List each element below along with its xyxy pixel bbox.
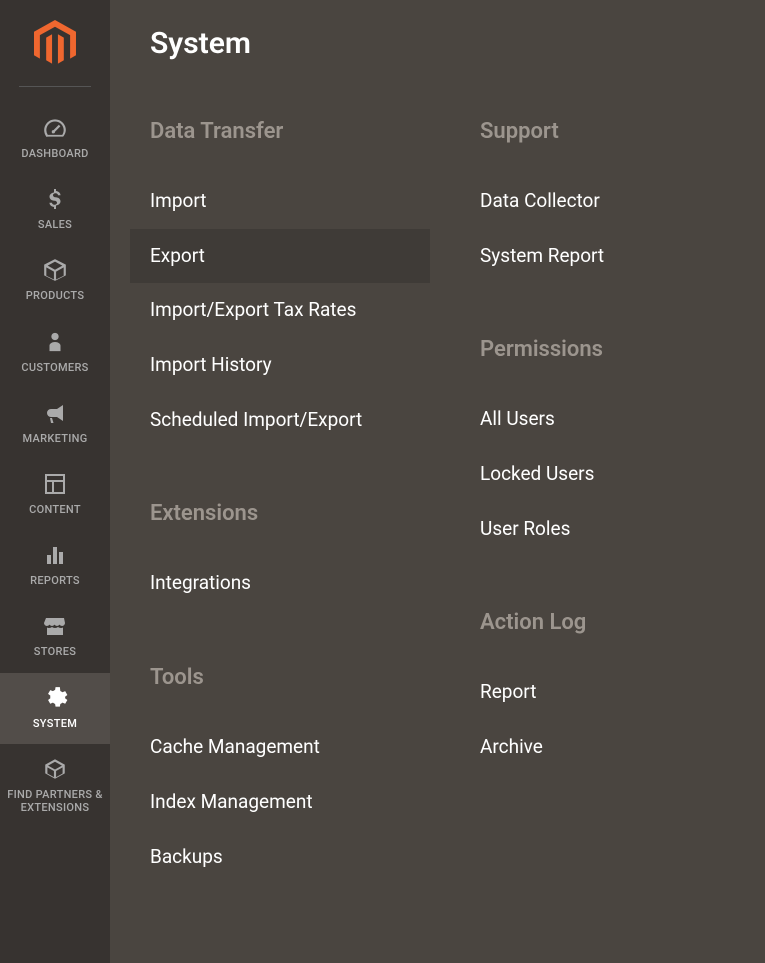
admin-sidebar: DASHBOARD SALES PRODUCTS: [0, 0, 110, 963]
megaphone-icon: [40, 400, 70, 426]
menu-item-integrations[interactable]: Integrations: [130, 556, 430, 611]
menu-item-import[interactable]: Import: [130, 174, 430, 229]
sidebar-item-label: REPORTS: [26, 574, 84, 587]
menu-item-all-users[interactable]: All Users: [460, 392, 760, 447]
menu-item-import-export-tax-rates[interactable]: Import/Export Tax Rates: [130, 283, 430, 338]
menu-item-export[interactable]: Export: [130, 229, 430, 284]
menu-item-index-management[interactable]: Index Management: [130, 775, 430, 830]
group-permissions: Permissions All Users Locked Users User …: [460, 337, 760, 556]
sidebar-nav: DASHBOARD SALES PRODUCTS: [0, 103, 110, 828]
group-heading: Extensions: [130, 501, 430, 526]
flyout-column: Support Data Collector System Report Per…: [460, 119, 760, 938]
flyout-columns: Data Transfer Import Export Import/Expor…: [110, 119, 765, 938]
person-icon: [40, 329, 70, 355]
gauge-icon: [40, 115, 70, 141]
menu-item-system-report[interactable]: System Report: [460, 229, 760, 284]
group-items: Cache Management Index Management Backup…: [130, 720, 430, 884]
group-data-transfer: Data Transfer Import Export Import/Expor…: [130, 119, 430, 447]
group-heading: Action Log: [460, 610, 760, 635]
group-tools: Tools Cache Management Index Management …: [130, 665, 430, 884]
menu-item-user-roles[interactable]: User Roles: [460, 502, 760, 557]
sidebar-divider: [19, 86, 91, 87]
sidebar-item-label: DASHBOARD: [17, 147, 92, 160]
sidebar-item-products[interactable]: PRODUCTS: [0, 245, 110, 316]
group-items: All Users Locked Users User Roles: [460, 392, 760, 556]
sidebar-item-dashboard[interactable]: DASHBOARD: [0, 103, 110, 174]
sidebar-item-content[interactable]: CONTENT: [0, 459, 110, 530]
group-support: Support Data Collector System Report: [460, 119, 760, 283]
sidebar-item-label: MARKETING: [18, 432, 91, 445]
system-flyout-panel: System Data Transfer Import Export Impor…: [110, 0, 765, 963]
group-items: Integrations: [130, 556, 430, 611]
menu-item-report[interactable]: Report: [460, 665, 760, 720]
sidebar-item-marketing[interactable]: MARKETING: [0, 388, 110, 459]
menu-item-archive[interactable]: Archive: [460, 720, 760, 775]
group-extensions: Extensions Integrations: [130, 501, 430, 611]
menu-item-backups[interactable]: Backups: [130, 830, 430, 885]
menu-item-scheduled-import-export[interactable]: Scheduled Import/Export: [130, 393, 430, 448]
flyout-title: System: [110, 26, 765, 61]
storefront-icon: [40, 613, 70, 639]
box-icon: [40, 257, 70, 283]
sidebar-item-sales[interactable]: SALES: [0, 174, 110, 245]
group-items: Report Archive: [460, 665, 760, 774]
gear-icon: [40, 685, 70, 711]
sidebar-item-label: CONTENT: [25, 503, 85, 516]
sidebar-item-label: STORES: [30, 645, 80, 658]
sidebar-item-label: PRODUCTS: [22, 289, 89, 302]
sidebar-item-system[interactable]: SYSTEM: [0, 673, 110, 744]
magento-logo-icon: [34, 20, 76, 66]
sidebar-item-label: CUSTOMERS: [17, 361, 92, 374]
sidebar-item-label: SALES: [34, 218, 76, 231]
menu-item-cache-management[interactable]: Cache Management: [130, 720, 430, 775]
sidebar-item-label: FIND PARTNERS & EXTENSIONS: [0, 788, 110, 814]
group-items: Data Collector System Report: [460, 174, 760, 283]
bar-chart-icon: [40, 542, 70, 568]
sidebar-item-customers[interactable]: CUSTOMERS: [0, 317, 110, 388]
sidebar-item-find-partners[interactable]: FIND PARTNERS & EXTENSIONS: [0, 744, 110, 828]
group-heading: Data Transfer: [130, 119, 430, 144]
group-heading: Support: [460, 119, 760, 144]
sidebar-item-stores[interactable]: STORES: [0, 601, 110, 672]
layout-icon: [40, 471, 70, 497]
menu-item-import-history[interactable]: Import History: [130, 338, 430, 393]
menu-item-locked-users[interactable]: Locked Users: [460, 447, 760, 502]
group-action-log: Action Log Report Archive: [460, 610, 760, 774]
group-heading: Permissions: [460, 337, 760, 362]
puzzle-icon: [40, 756, 70, 782]
group-items: Import Export Import/Export Tax Rates Im…: [130, 174, 430, 447]
dollar-icon: [40, 186, 70, 212]
sidebar-item-reports[interactable]: REPORTS: [0, 530, 110, 601]
group-heading: Tools: [130, 665, 430, 690]
sidebar-item-label: SYSTEM: [29, 717, 81, 730]
menu-item-data-collector[interactable]: Data Collector: [460, 174, 760, 229]
flyout-column: Data Transfer Import Export Import/Expor…: [130, 119, 430, 938]
